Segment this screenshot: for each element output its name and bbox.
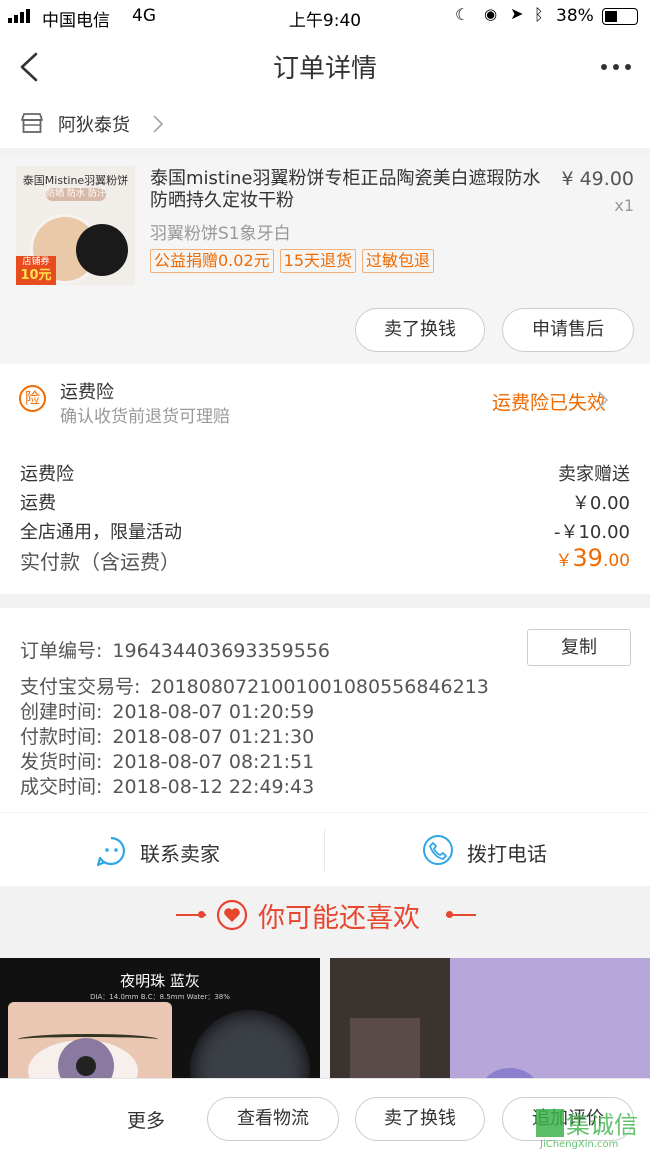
item-caption: 夜明珠 蓝灰 [120, 972, 200, 990]
recommend-header: 你可能还喜欢 [0, 886, 650, 958]
rotation-lock-icon: ◉ [484, 5, 498, 23]
done-line: 成交时间: 2018-08-12 22:49:43 [20, 776, 315, 798]
tag-charity: 公益捐赠0.02元 [150, 249, 274, 273]
fee-value: -￥10.00 [553, 522, 630, 543]
created-line: 创建时间: 2018-08-07 01:20:59 [20, 701, 315, 723]
phone-icon [423, 835, 453, 865]
created-time: 2018-08-07 01:20:59 [112, 701, 315, 723]
more-actions[interactable]: 更多 [127, 1106, 165, 1133]
product-sku: 羽翼粉饼S1象牙白 [150, 224, 291, 244]
fee-label: 全店通用，限量活动 [20, 522, 182, 543]
status-bar: 中国电信 4G 上午9:40 ☾ ◉ ➤ ᛒ 38% [0, 0, 650, 34]
more-icon[interactable] [600, 62, 632, 72]
location-icon: ➤ [510, 4, 524, 23]
order-info: 订单编号: 196434403693359556 复制 支付宝交易号: 201808… [0, 608, 650, 812]
sell-again-button[interactable]: 卖了换钱 [355, 1097, 485, 1141]
tag-return: 15天退货 [279, 249, 357, 273]
insurance-icon: 险 [19, 385, 46, 412]
contact-seller-label: 联系卖家 [140, 842, 220, 866]
fee-summary: 运费险 卖家赠送 运费 ￥0.00 全店通用，限量活动 -￥10.00 实付款（含运费… [0, 434, 650, 594]
chat-icon [96, 836, 126, 867]
shop-row[interactable]: 阿狄泰货 [0, 100, 650, 148]
order-number: 196434403693359556 [112, 640, 330, 662]
service-tags: 公益捐赠0.02元 15天退货 过敏包退 [150, 249, 440, 273]
done-time: 2018-08-12 22:49:43 [112, 776, 315, 798]
decor-dot [198, 911, 205, 918]
clock: 上午9:40 [288, 11, 362, 31]
bottom-action-bar: 更多 查看物流 卖了换钱 追加评价 集诚信 JiChengXin.com [0, 1078, 650, 1156]
thumb-title: 泰国Mistine羽翼粉饼 [22, 174, 129, 187]
fee-value: ￥0.00 [571, 493, 630, 514]
watermark-logo [536, 1109, 564, 1137]
fee-value: 卖家赠送 [558, 464, 630, 485]
insurance-status[interactable]: 运费险已失效 [492, 388, 606, 415]
chevron-right-icon [598, 391, 609, 409]
paid-line: 付款时间: 2018-08-07 01:21:30 [20, 726, 315, 748]
page-title: 订单详情 [272, 54, 377, 84]
shipped-time: 2018-08-07 08:21:51 [112, 751, 315, 773]
view-logistics-button[interactable]: 查看物流 [207, 1097, 339, 1141]
product-title[interactable]: 泰国mistine羽翼粉饼专柜正品陶瓷美白遮瑕防水防晒持久定妆干粉 [150, 168, 548, 212]
product-price: ¥ 49.00 [561, 168, 634, 190]
tag-allergy: 过敏包退 [362, 249, 435, 273]
heart-icon [216, 899, 248, 931]
battery-icon [602, 8, 638, 25]
order-number-line: 订单编号: 196434403693359556 [20, 640, 330, 662]
recommend-title: 你可能还喜欢 [258, 903, 420, 934]
fee-label: 运费 [20, 493, 56, 514]
watermark-url: JiChengXin.com [540, 1139, 619, 1150]
insurance-title: 运费险 [60, 382, 114, 403]
paid-time: 2018-08-07 01:21:30 [112, 726, 315, 748]
product-thumbnail[interactable]: 泰国Mistine羽翼粉饼 防晒 防水 防汗 店铺券 10元 [16, 166, 135, 285]
sell-button[interactable]: 卖了换钱 [355, 308, 485, 352]
insurance-subtitle: 确认收货前退货可理赔 [60, 407, 230, 427]
shop-name[interactable]: 阿狄泰货 [58, 111, 130, 137]
call-phone-button[interactable]: 拨打电话 [325, 813, 650, 886]
alipay-number: 2018080721001001080556846213 [150, 676, 489, 698]
call-phone-label: 拨打电话 [467, 842, 547, 866]
aftersale-button[interactable]: 申请售后 [502, 308, 634, 352]
watermark-text: 集诚信 [566, 1111, 638, 1139]
fee-row-shipping: 运费 ￥0.00 [20, 489, 630, 515]
alipay-line: 支付宝交易号: 2018080721001001080556846213 [20, 676, 489, 698]
fee-row-insurance: 运费险 卖家赠送 [20, 460, 630, 486]
contact-seller-button[interactable]: 联系卖家 [0, 813, 324, 886]
moon-icon: ☾ [455, 5, 470, 24]
shipping-insurance[interactable]: 险 运费险 确认收货前退货可理赔 运费险已失效 [0, 364, 650, 434]
total-amount: ￥39.00 [555, 544, 630, 572]
nav-bar: 订单详情 [0, 34, 650, 100]
compact-case [76, 224, 128, 276]
copy-button[interactable]: 复制 [527, 629, 631, 666]
item-spec: DIA：14.0mm B.C：8.5mm Water：38% [90, 993, 230, 1001]
battery-percent: 38% [556, 6, 594, 26]
fee-label: 运费险 [20, 464, 74, 485]
total-label: 实付款（含运费） [20, 550, 180, 574]
total-row: 实付款（含运费） ￥39.00 [20, 544, 630, 578]
chevron-right-icon [153, 115, 164, 133]
shipped-line: 发货时间: 2018-08-07 08:21:51 [20, 751, 315, 773]
bluetooth-icon: ᛒ [534, 5, 544, 24]
fee-row-discount: 全店通用，限量活动 -￥10.00 [20, 518, 630, 544]
contact-bar: 联系卖家 拨打电话 [0, 813, 650, 886]
product-card[interactable]: 泰国Mistine羽翼粉饼 防晒 防水 防汗 店铺券 10元 泰国mistine… [0, 156, 650, 364]
store-icon [21, 113, 43, 133]
thumb-subtitle: 防晒 防水 防汗 [46, 188, 106, 201]
product-quantity: x1 [614, 196, 634, 215]
decor-line [446, 914, 476, 916]
coupon-badge: 店铺券 10元 [16, 256, 56, 285]
